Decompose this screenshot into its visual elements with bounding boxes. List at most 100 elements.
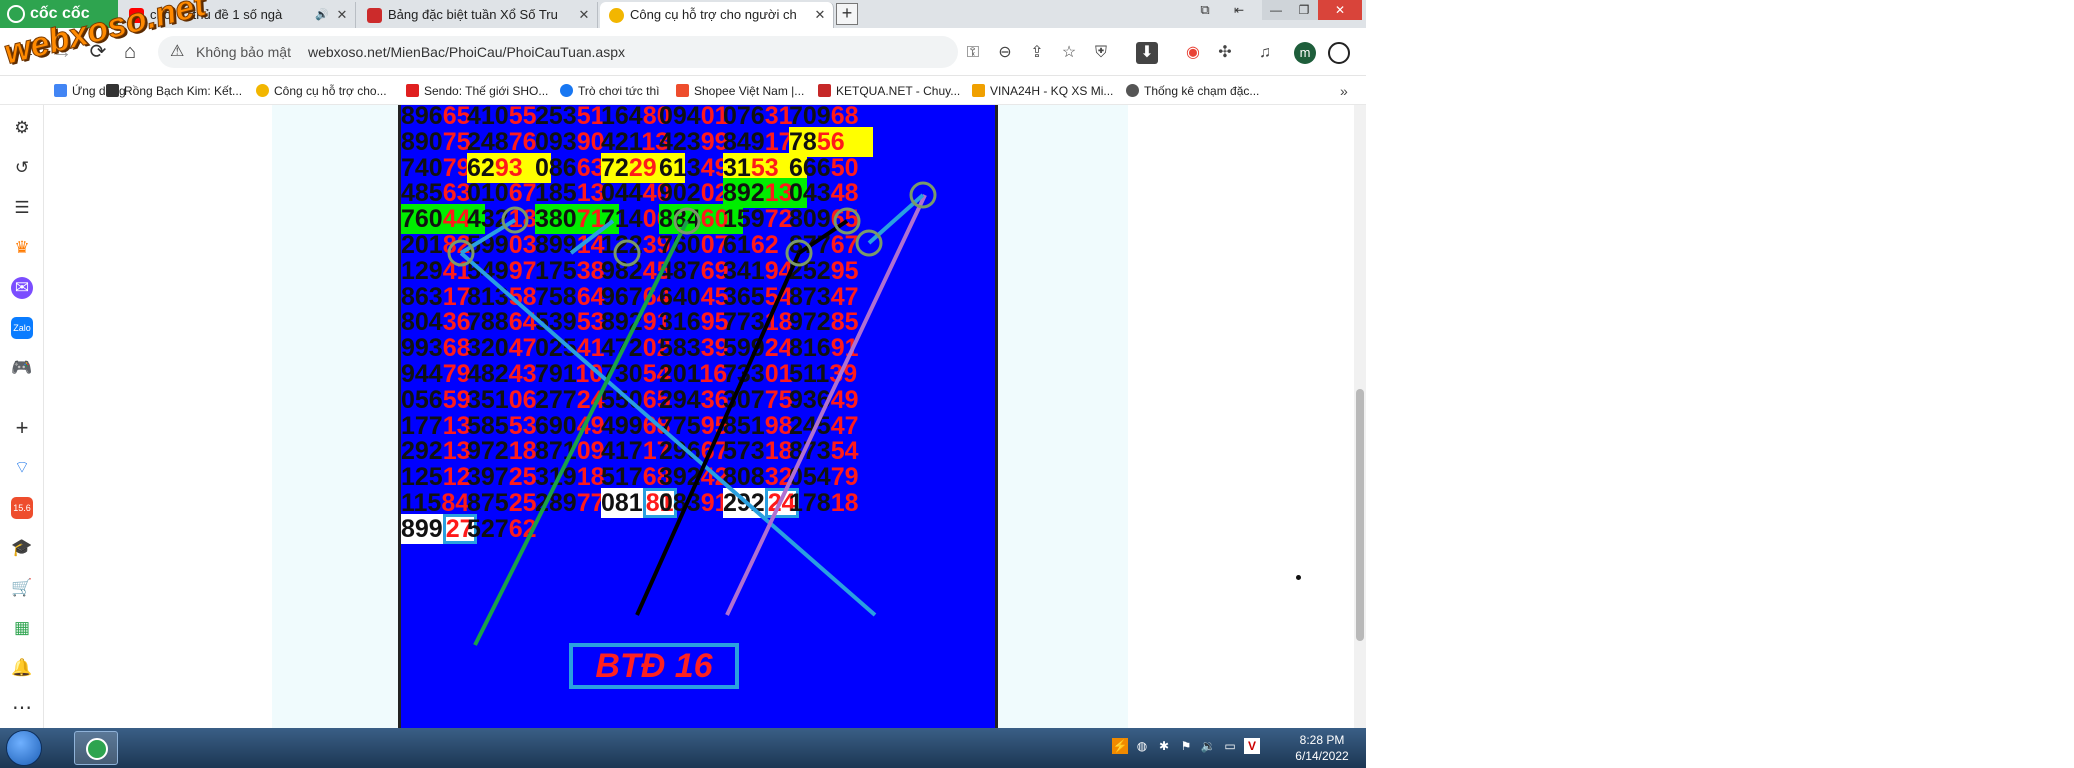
tray-v-icon[interactable]: V: [1244, 738, 1260, 754]
cell-prefix: 380: [535, 205, 577, 234]
tab-close-icon[interactable]: ✕: [577, 2, 591, 28]
bookmark-tro-choi[interactable]: Trò chơi tức thì: [560, 77, 659, 105]
bookmark-ketqua[interactable]: KETQUA.NET - Chuy...: [818, 77, 960, 105]
maximize-button[interactable]: ❐: [1290, 0, 1318, 20]
start-button[interactable]: [6, 730, 42, 766]
tab-bang-dac-biet[interactable]: Bảng đặc biệt tuần Xổ Số Tru ✕: [358, 2, 598, 28]
taskbar-clock[interactable]: 8:28 PM 6/14/2022: [1290, 732, 1354, 764]
new-tab-button[interactable]: +: [836, 3, 858, 25]
bookmark-thong-ke[interactable]: Thống kê chạm đặc...: [1126, 77, 1259, 105]
coccoc-logo-icon: [7, 5, 25, 23]
reader-mode-icon[interactable]: ⧉: [1192, 0, 1218, 20]
cell-prefix: 054: [789, 463, 831, 492]
bookmark-cong-cu[interactable]: Công cụ hỗ trợ cho...: [256, 77, 387, 105]
download-icon[interactable]: ⬇: [1136, 42, 1158, 64]
key-icon[interactable]: ⚿: [962, 42, 984, 64]
shield-icon[interactable]: ⛨: [1090, 42, 1112, 64]
gamepad-icon[interactable]: 🎮: [11, 357, 33, 379]
cell-prefix: 341: [723, 256, 765, 285]
taskbar-coccoc-app[interactable]: [74, 731, 118, 765]
cell-prefix: 499: [601, 411, 643, 440]
scrollbar-thumb[interactable]: [1356, 389, 1364, 641]
wifi-icon[interactable]: ⌔: [11, 457, 33, 479]
cell-tail-number: 93: [494, 153, 523, 182]
cell-prefix: 125: [401, 463, 443, 492]
cell-tail-number: 47: [830, 282, 859, 311]
page-scrollbar[interactable]: [1354, 105, 1366, 728]
security-label[interactable]: Không bảo mật: [196, 36, 291, 68]
browser-menu-icon[interactable]: [1328, 42, 1350, 64]
xs-icon: [609, 8, 624, 23]
zalo-icon[interactable]: Zalo: [11, 317, 33, 339]
back-window-icon[interactable]: ⇤: [1226, 0, 1252, 20]
notification-bell-icon[interactable]: 🔔: [11, 657, 33, 679]
more-options-icon[interactable]: ⋯: [11, 697, 33, 719]
grid-cell: 899 27: [401, 513, 477, 544]
close-window-button[interactable]: ✕: [1318, 0, 1362, 20]
cell-prefix: 175: [535, 256, 577, 285]
extensions-icon[interactable]: ✣: [1214, 42, 1236, 64]
tray-app-icon[interactable]: ⚡: [1112, 738, 1128, 754]
audio-icon[interactable]: 🔊: [315, 2, 329, 28]
cell-tail-number: 47: [830, 411, 859, 440]
url-text[interactable]: webxoso.net/MienBac/PhoiCau/PhoiCauTuan.…: [308, 36, 625, 68]
cell-prefix: 292: [723, 489, 765, 517]
cell-tail-number: 67: [830, 231, 859, 259]
tab-cong-cu-ho-tro[interactable]: Công cụ hỗ trợ cho người ch ✕: [600, 2, 834, 28]
tray-flag-icon[interactable]: ⚑: [1178, 738, 1194, 754]
cell-prefix: 201: [401, 231, 443, 259]
globe-icon: [1126, 84, 1139, 97]
add-sidebar-icon[interactable]: +: [11, 417, 33, 439]
bookmark-sendo[interactable]: Sendo: Thế giới SHO...: [406, 77, 548, 105]
tray-network-icon[interactable]: ◍: [1134, 738, 1150, 754]
reading-list-icon[interactable]: ☰: [11, 197, 33, 219]
tab-title: Bảng đặc biệt tuần Xổ Số Tru: [388, 7, 558, 22]
cell-prefix: 690: [535, 411, 577, 440]
shopee-sale-icon[interactable]: 15.6: [11, 497, 33, 519]
star-icon[interactable]: ☆: [1058, 42, 1080, 64]
crown-icon[interactable]: ♛: [11, 237, 33, 259]
settings-gear-icon[interactable]: ⚙: [11, 117, 33, 139]
cell-prefix: 417: [601, 437, 643, 466]
music-icon[interactable]: ♫: [1254, 42, 1276, 64]
cell-tail-number: 03: [508, 231, 537, 259]
bookmarks-more-icon[interactable]: »: [1340, 77, 1348, 105]
sendo-icon: [406, 84, 419, 97]
graduation-icon[interactable]: 🎓: [11, 537, 33, 559]
cell-prefix: 248: [467, 127, 509, 156]
share-icon[interactable]: ⇪: [1026, 42, 1048, 64]
messenger-icon[interactable]: ✉: [11, 277, 33, 299]
cart-icon[interactable]: 🛒: [11, 577, 33, 599]
chrome-icon[interactable]: ◉: [1182, 42, 1204, 64]
cell-prefix: 043: [789, 179, 831, 208]
history-icon[interactable]: ↺: [11, 157, 33, 179]
cell-tail-number: 54: [830, 437, 859, 466]
cell-prefix: 890: [401, 127, 443, 156]
cell-tail-number: 10: [575, 360, 604, 388]
zoom-icon[interactable]: ⊖: [994, 42, 1016, 64]
sheet-icon[interactable]: ▦: [11, 617, 33, 639]
tray-bluetooth-icon[interactable]: ✱: [1156, 738, 1172, 754]
windows-taskbar: ⚡ ◍ ✱ ⚑ 🔉 ▭ V 8:28 PM 6/14/2022: [0, 728, 1366, 768]
cell-prefix: 967: [601, 282, 643, 311]
tab-close-icon[interactable]: ✕: [813, 2, 827, 28]
bookmark-rong-bach-kim[interactable]: Rồng Bạch Kim: Kết...: [106, 77, 242, 105]
bookmark-vina24h[interactable]: VINA24H - KQ XS Mi...: [972, 77, 1113, 105]
bookmark-shopee[interactable]: Shopee Việt Nam |...: [676, 77, 804, 105]
tray-volume-icon[interactable]: 🔉: [1200, 738, 1216, 754]
facebook-icon: [560, 84, 573, 97]
tray-display-icon[interactable]: ▭: [1222, 738, 1238, 754]
cell-prefix: 775: [659, 411, 701, 440]
cell-prefix: 539: [535, 308, 577, 337]
minimize-button[interactable]: —: [1262, 0, 1290, 20]
tab-close-icon[interactable]: ✕: [335, 2, 349, 28]
cell-prefix: 730: [601, 360, 643, 388]
profile-avatar[interactable]: m: [1294, 42, 1316, 64]
cell-prefix: 487: [659, 256, 701, 285]
cell-tail-number: 48: [830, 179, 859, 208]
cell-prefix: 61: [723, 231, 751, 259]
omnibox[interactable]: ⚠ Không bảo mật webxoso.net/MienBac/Phoi…: [158, 36, 958, 68]
cell-prefix: 010: [467, 179, 509, 208]
cell-prefix: 365: [723, 282, 765, 311]
cell-tail-number: 97: [508, 256, 537, 285]
